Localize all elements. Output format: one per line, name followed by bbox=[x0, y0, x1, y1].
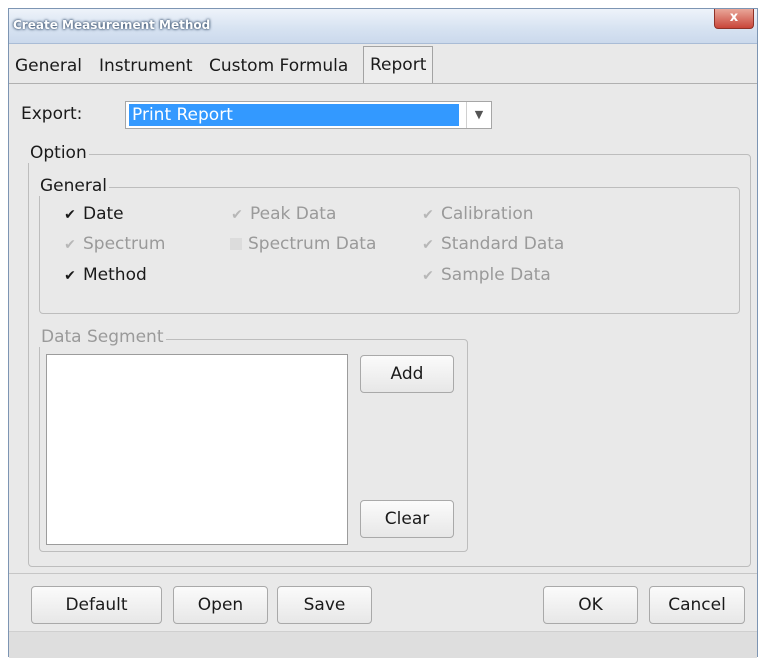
window-title: Create Measurement Method bbox=[13, 18, 211, 32]
tab-divider bbox=[9, 83, 757, 84]
open-button[interactable]: Open bbox=[173, 586, 268, 624]
general-legend: General bbox=[38, 176, 109, 196]
chevron-down-icon[interactable]: ▼ bbox=[466, 102, 491, 128]
title-bar: Create Measurement Method x bbox=[9, 9, 757, 44]
create-measurement-method-dialog: Create Measurement Method x General Inst… bbox=[8, 8, 758, 658]
checkbox-standard-data: ✔ Standard Data bbox=[422, 234, 565, 254]
check-icon: ✔ bbox=[64, 268, 76, 284]
checkbox-peak-data: ✔ Peak Data bbox=[231, 204, 337, 224]
check-icon: ✔ bbox=[64, 207, 76, 223]
data-segment-legend: Data Segment bbox=[39, 327, 166, 347]
export-label: Export: bbox=[21, 104, 83, 124]
check-icon: ✔ bbox=[422, 237, 434, 253]
footer-divider bbox=[9, 573, 757, 574]
checkbox-empty-icon bbox=[230, 238, 242, 250]
save-button[interactable]: Save bbox=[277, 586, 372, 624]
tab-custom-formula[interactable]: Custom Formula bbox=[209, 49, 348, 83]
ok-button[interactable]: OK bbox=[543, 586, 638, 624]
clear-button[interactable]: Clear bbox=[360, 500, 454, 538]
tab-general[interactable]: General bbox=[15, 49, 82, 83]
checkbox-sample-data: ✔ Sample Data bbox=[422, 265, 551, 285]
default-button[interactable]: Default bbox=[31, 586, 162, 624]
export-selected-value: Print Report bbox=[129, 104, 459, 126]
tab-report[interactable]: Report bbox=[363, 46, 434, 84]
check-icon: ✔ bbox=[64, 237, 76, 253]
status-bar bbox=[9, 631, 757, 658]
check-icon: ✔ bbox=[422, 268, 434, 284]
cancel-button[interactable]: Cancel bbox=[649, 586, 745, 624]
export-select[interactable]: Print Report ▼ bbox=[125, 101, 492, 129]
check-icon: ✔ bbox=[231, 207, 243, 223]
checkbox-date[interactable]: ✔ Date bbox=[63, 204, 124, 224]
check-icon: ✔ bbox=[422, 207, 434, 223]
tab-instrument[interactable]: Instrument bbox=[99, 49, 193, 83]
close-button[interactable]: x bbox=[714, 9, 754, 29]
close-icon: x bbox=[729, 10, 739, 25]
checkbox-spectrum: ✔ Spectrum bbox=[64, 234, 166, 254]
add-button[interactable]: Add bbox=[360, 355, 454, 393]
checkbox-method[interactable]: ✔ Method bbox=[63, 265, 147, 285]
option-legend: Option bbox=[28, 143, 89, 163]
data-segment-list[interactable] bbox=[46, 354, 348, 545]
checkbox-calibration: ✔ Calibration bbox=[422, 204, 534, 224]
checkbox-spectrum-data: Spectrum Data bbox=[230, 234, 376, 254]
